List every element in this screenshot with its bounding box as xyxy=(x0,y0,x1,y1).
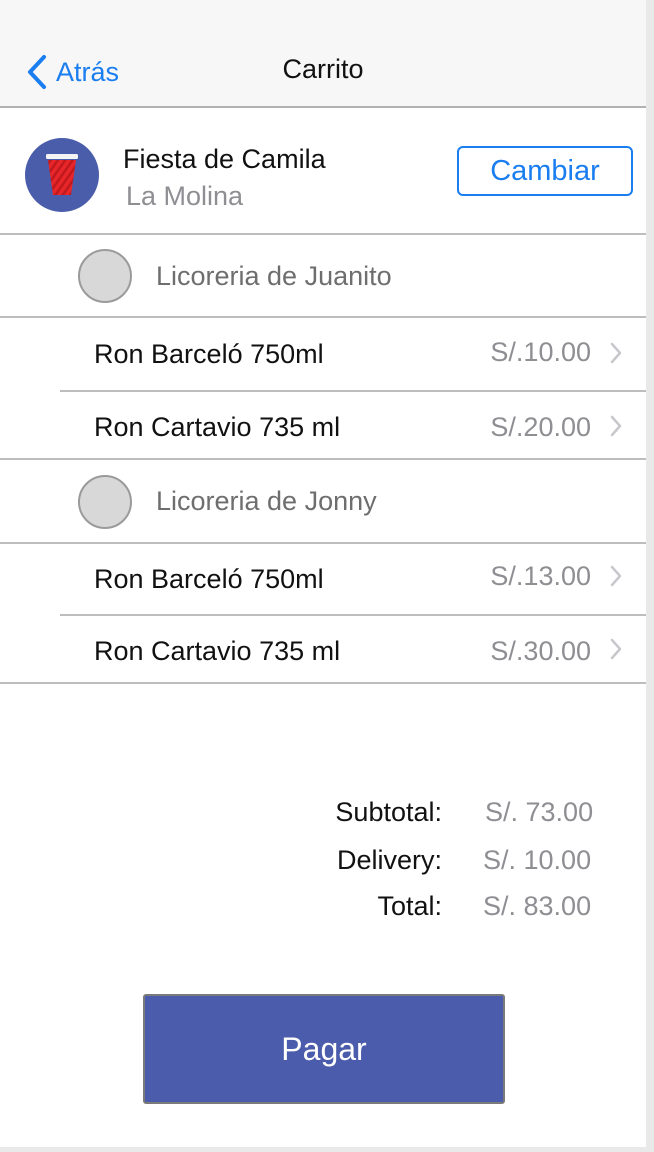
subtotal-value: S/. 73.00 xyxy=(485,797,594,827)
shop-radio-jonny[interactable] xyxy=(78,475,132,529)
item-name: Ron Cartavio 735 ml xyxy=(94,412,341,442)
chevron-right-icon xyxy=(610,565,622,587)
item-price: S/.10.00 xyxy=(490,337,591,367)
total-label: Total: xyxy=(377,891,442,921)
page-title: Carrito xyxy=(282,54,364,84)
party-cup-icon xyxy=(46,154,78,195)
divider xyxy=(0,458,646,460)
cart-item-row[interactable]: Ron Barceló 750ml S/.10.00 xyxy=(0,318,646,390)
event-avatar xyxy=(25,138,99,212)
cart-item-row[interactable]: Ron Cartavio 735 ml S/.20.00 xyxy=(0,392,646,464)
cart-item-row[interactable]: Ron Barceló 750ml S/.13.00 xyxy=(0,544,646,616)
chevron-right-icon xyxy=(610,638,622,660)
shop-name: Licoreria de Juanito xyxy=(156,261,392,291)
event-location: La Molina xyxy=(126,181,244,211)
shop-radio-juanito[interactable] xyxy=(78,249,132,303)
item-price: S/.13.00 xyxy=(490,561,591,591)
screen: Atrás Carrito Fiesta de Camila La Molina… xyxy=(0,0,646,1147)
pay-button[interactable]: Pagar xyxy=(143,994,505,1104)
chevron-right-icon xyxy=(610,342,622,364)
event-name: Fiesta de Camila xyxy=(123,144,326,174)
divider xyxy=(0,233,646,235)
item-price: S/.20.00 xyxy=(490,412,591,442)
change-event-button[interactable]: Cambiar xyxy=(457,146,633,196)
subtotal-label: Subtotal: xyxy=(335,797,442,827)
cart-item-row[interactable]: Ron Cartavio 735 ml S/.30.00 xyxy=(0,616,646,688)
delivery-value: S/. 10.00 xyxy=(483,845,592,875)
divider xyxy=(0,682,646,684)
total-value: S/. 83.00 xyxy=(483,891,592,921)
item-name: Ron Cartavio 735 ml xyxy=(94,636,341,666)
delivery-label: Delivery: xyxy=(336,845,442,875)
item-name: Ron Barceló 750ml xyxy=(94,564,324,594)
shop-name: Licoreria de Jonny xyxy=(156,486,377,516)
item-price: S/.30.00 xyxy=(490,636,591,666)
item-name: Ron Barceló 750ml xyxy=(94,339,324,369)
chevron-right-icon xyxy=(610,415,622,437)
nav-bar: Atrás Carrito xyxy=(0,0,646,108)
